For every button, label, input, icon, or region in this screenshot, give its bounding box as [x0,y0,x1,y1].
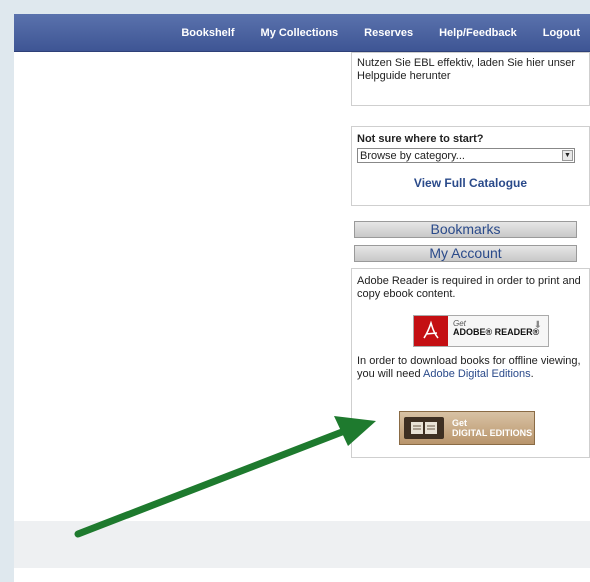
annotation-arrow-icon [74,416,376,538]
